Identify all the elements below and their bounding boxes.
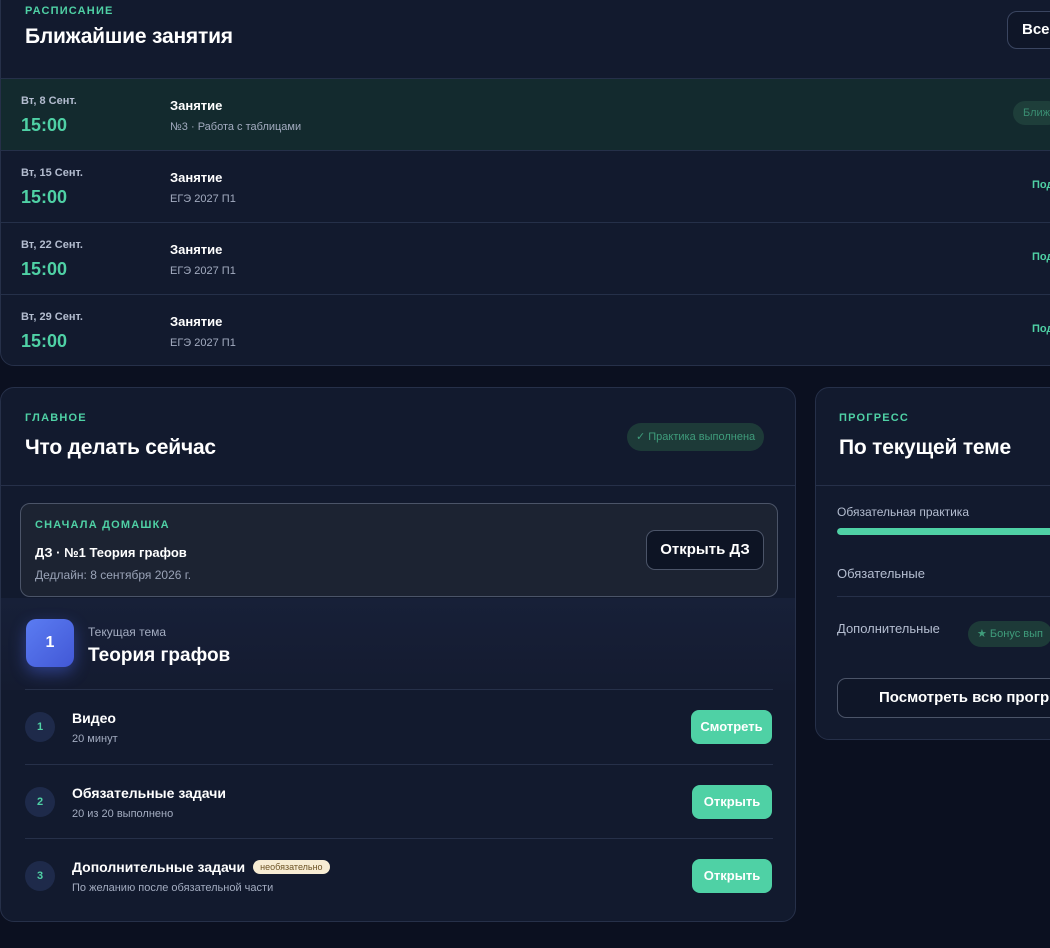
step-title: Видео (72, 710, 116, 726)
main-eyebrow: ГЛАВНОЕ (25, 412, 87, 424)
step-subtitle: По желанию после обязательной части (72, 882, 274, 894)
step-title: Дополнительные задачи необязательно (72, 859, 330, 875)
lesson-name: Занятие (170, 314, 223, 329)
step-subtitle: 20 минут (72, 733, 118, 745)
progress-card: ПРОГРЕСС По текущей теме Обязательная пр… (815, 387, 1050, 740)
homework-panel: СНАЧАЛА ДОМАШКА ДЗ · №1 Теория графов Де… (20, 503, 778, 597)
main-title: Что делать сейчас (25, 436, 216, 459)
lesson-status: Под (1032, 179, 1050, 191)
schedule-header: РАСПИСАНИЕ Ближайшие занятия (25, 5, 233, 49)
step-subtitle: 20 из 20 выполнено (72, 808, 174, 820)
lesson-time: 15:00 (21, 187, 68, 207)
step-item-extra-tasks: 3 Дополнительные задачи необязательно По … (25, 839, 773, 913)
homework-eyebrow: СНАЧАЛА ДОМАШКА (35, 519, 170, 531)
open-extra-tasks-button[interactable]: Открыть (692, 859, 772, 893)
homework-title: ДЗ · №1 Теория графов (35, 545, 187, 560)
lesson-time: 15:00 (21, 115, 68, 135)
lesson-subtitle: ЕГЭ 2027 П1 (170, 193, 236, 205)
schedule-row[interactable]: Вт, 22 Сент. 15:00 Занятие ЕГЭ 2027 П1 П… (1, 222, 1050, 294)
progress-eyebrow: ПРОГРЕСС (839, 412, 910, 424)
lesson-subtitle: ЕГЭ 2027 П1 (170, 265, 236, 277)
lesson-subtitle: ЕГЭ 2027 П1 (170, 337, 236, 349)
step-number: 2 (25, 787, 55, 817)
lesson-time: 15:00 (21, 259, 68, 279)
lesson-name: Занятие (170, 98, 223, 113)
divider (1, 485, 795, 486)
lesson-status-badge: Ближ (1013, 101, 1050, 125)
step-item-video: 1 Видео 20 минут Смотреть (25, 690, 773, 764)
lesson-date: Вт, 8 Сент. (21, 95, 77, 107)
step-number: 1 (25, 712, 55, 742)
lesson-name: Занятие (170, 242, 223, 257)
current-topic: 1 Текущая тема Теория графов (1, 598, 795, 690)
main-card: ГЛАВНОЕ Что делать сейчас ✓ Практика вып… (0, 387, 796, 922)
practice-done-badge: ✓ Практика выполнена (627, 423, 765, 451)
bonus-badge: ★ Бонус вып (968, 621, 1050, 647)
topic-number-badge: 1 (26, 619, 74, 667)
lesson-name: Занятие (170, 170, 223, 185)
open-homework-button[interactable]: Открыть ДЗ (646, 530, 764, 570)
divider (837, 596, 1050, 597)
schedule-list: Вт, 8 Сент. 15:00 Занятие №3 · Работа с … (1, 78, 1050, 365)
step-title-text: Дополнительные задачи (72, 859, 246, 875)
all-lessons-button[interactable]: Все (1007, 11, 1050, 49)
schedule-row[interactable]: Вт, 29 Сент. 15:00 Занятие ЕГЭ 2027 П1 П… (1, 294, 1050, 365)
progress-title: По текущей теме (839, 436, 1011, 459)
practice-progress-bar (837, 528, 1050, 535)
practice-progress-fill (837, 528, 1050, 535)
step-number: 3 (25, 861, 55, 891)
topic-label: Текущая тема (88, 625, 167, 639)
practice-label: Обязательная практика (837, 505, 969, 519)
schedule-eyebrow: РАСПИСАНИЕ (25, 5, 114, 17)
lesson-date: Вт, 29 Сент. (21, 311, 83, 323)
progress-header: ПРОГРЕСС По текущей теме (839, 412, 1011, 460)
lesson-date: Вт, 22 Сент. (21, 239, 83, 251)
schedule-row[interactable]: Вт, 8 Сент. 15:00 Занятие №3 · Работа с … (1, 78, 1050, 150)
open-required-tasks-button[interactable]: Открыть (692, 785, 772, 819)
optional-tag: необязательно (253, 860, 330, 874)
homework-deadline: Дедлайн: 8 сентября 2026 г. (35, 568, 192, 582)
lesson-subtitle: №3 · Работа с таблицами (170, 121, 302, 133)
topic-name: Теория графов (88, 645, 231, 666)
step-item-required-tasks: 2 Обязательные задачи 20 из 20 выполнено… (25, 765, 773, 839)
view-all-progress-button[interactable]: Посмотреть всю прогр (837, 678, 1050, 718)
lesson-time: 15:00 (21, 331, 68, 351)
step-title: Обязательные задачи (72, 785, 226, 801)
lesson-status: Под (1032, 251, 1050, 263)
divider (816, 485, 1050, 486)
schedule-title: Ближайшие занятия (25, 25, 233, 48)
watch-button[interactable]: Смотреть (691, 710, 772, 744)
main-header: ГЛАВНОЕ Что делать сейчас (25, 412, 216, 460)
required-label: Обязательные (837, 566, 925, 581)
lesson-status: Под (1032, 323, 1050, 335)
lesson-date: Вт, 15 Сент. (21, 167, 83, 179)
schedule-card: РАСПИСАНИЕ Ближайшие занятия Все Вт, 8 С… (0, 0, 1050, 366)
extra-label: Дополнительные (837, 621, 940, 636)
schedule-row[interactable]: Вт, 15 Сент. 15:00 Занятие ЕГЭ 2027 П1 П… (1, 150, 1050, 222)
